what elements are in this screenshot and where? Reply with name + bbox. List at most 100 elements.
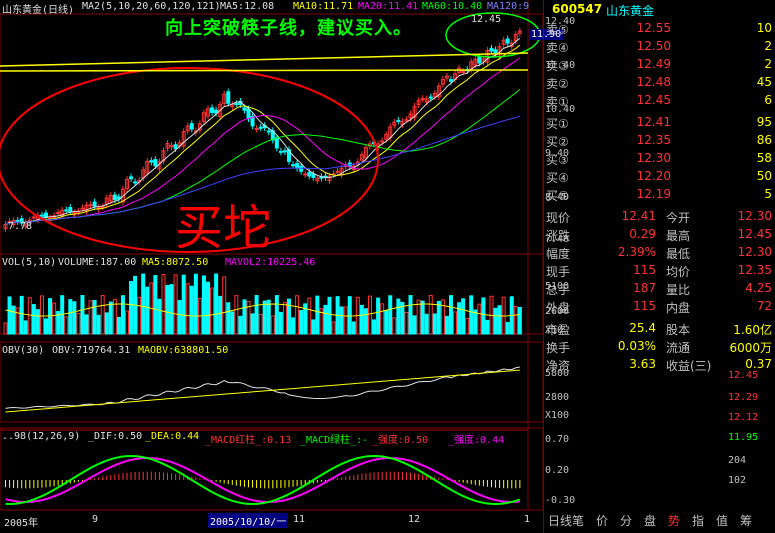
volume-bar [323,304,328,335]
volume-bar [44,318,48,335]
quote-cell: 6 [764,93,772,107]
quote-cell: 买① [546,117,569,131]
volume-bar [84,314,89,335]
volume-bar [347,296,352,335]
quote-cell: 86 [756,133,772,147]
vol-ma10: MAVOL2:10225.46 [225,257,316,268]
x-label-1: 9 [92,514,99,525]
x-label-5: 1 [524,514,531,525]
macd-chart [5,454,521,506]
ma-header: MA2(5,10,20,60,120,121) [82,1,221,12]
tab-3[interactable]: 分 [620,512,632,529]
quote-cell: 12.30 [636,151,671,165]
maobv-line [5,369,520,413]
volume-bar [380,303,385,335]
volume-bar [161,274,166,335]
volume-bar [461,298,466,335]
ma120-value: MA120:9 [487,1,530,12]
quote-cell: 1.60亿 [733,323,772,337]
quote-cell: 6000万 [729,341,772,355]
candle-body [258,126,263,129]
quote-cell: 总手 [546,283,571,297]
volume-bar [7,296,12,335]
candle-body [291,164,296,167]
volume-bar [299,310,304,335]
tab-2[interactable]: 价 [596,512,608,529]
quote-cell: 卖② [546,77,569,91]
high-price-mark: 12.45 [471,14,502,25]
volume-bar [481,297,486,335]
candle-body [428,96,433,99]
ma10-value: MA10:11.71 [293,1,354,12]
candle-body [210,107,215,113]
sell-row: 卖③ 12.49 2 [544,56,775,74]
volume-bar [457,302,462,335]
macd-dea: _DEA:0.44 [145,431,200,442]
tab-5[interactable]: 势 [668,512,680,529]
ma20-value: MA20:11.41 [358,1,419,12]
stock-code: 600547 [552,2,603,16]
quote-cell: 现手 [546,265,571,279]
volume-bar [31,304,36,335]
vol-ma5: MA5:8072.50 [142,257,209,268]
quote-cell: 12.20 [636,169,671,183]
vol-value: VOLUME:187.00 [58,257,137,268]
tab-6[interactable]: 指 [692,512,704,529]
candle-body [173,144,178,150]
candle-body [404,119,409,122]
quote-cell: 内盘 [666,301,691,315]
volume-bar [497,305,502,335]
tab-1[interactable]: 笔 [572,512,584,529]
volume-bar [222,276,227,335]
volume-bar [363,308,368,335]
yellow-trendline-1 [0,52,529,67]
quote-cell: 5 [764,187,772,201]
candle-body [234,103,239,106]
tab-0[interactable]: 日线 [548,512,572,529]
candle-body [68,206,73,213]
candle-body [149,160,154,163]
mini-tick: 12.45 [728,370,759,381]
buy-row: 买④ 12.20 50 [544,168,775,186]
x-cursor-date: 2005/10/10/一 [208,513,289,528]
candle-body [129,176,134,180]
macd-header: ..98(12,26,9) [2,431,81,442]
quote-cell: 幅度 [546,247,571,261]
chart-area[interactable]: 山东黄金(日线) MA2(5,10,20,60,120,121) MA5:12.… [0,0,569,533]
quote-cell: 流通 [666,341,691,355]
volume-bar [339,306,344,335]
quote-cell: 0.03% [617,339,656,353]
volume-bar [485,319,490,335]
volume-bar [477,303,482,335]
quote-cell: 12.19 [636,187,671,201]
tab-4[interactable]: 盘 [644,512,656,529]
volume-bar [295,295,300,335]
quote-cell: 115 [633,299,656,313]
mini-tick: 11.95 [728,432,759,443]
volume-bar [315,295,320,335]
tab-8[interactable]: 筹 [740,512,752,529]
volume-bar [234,295,239,335]
quote-cell: 现价 [546,211,571,225]
volume-bar [420,300,425,335]
candle-body [92,201,97,207]
candle-body [311,173,316,178]
stock-header: 600547 山东黄金 [544,2,775,18]
quote-cell: 换手 [546,341,571,355]
volume-bar [465,317,470,335]
quote-cell: 买⑤ [546,189,569,203]
volume-bar [388,295,393,335]
volume-bar [266,299,271,335]
volume-bar [396,298,401,335]
volume-bar [469,295,474,335]
volume-bar [424,313,429,335]
candle-body [153,159,158,167]
tab-7[interactable]: 值 [716,512,728,529]
candle-body [335,170,340,173]
quote-cell: 均价 [666,265,691,279]
quote-cell: 市盈 [546,323,571,337]
quote-cell: 卖③ [546,59,569,73]
volume-bar [206,281,210,335]
volume-bar [181,274,186,335]
quote-cell: 量比 [666,283,691,297]
